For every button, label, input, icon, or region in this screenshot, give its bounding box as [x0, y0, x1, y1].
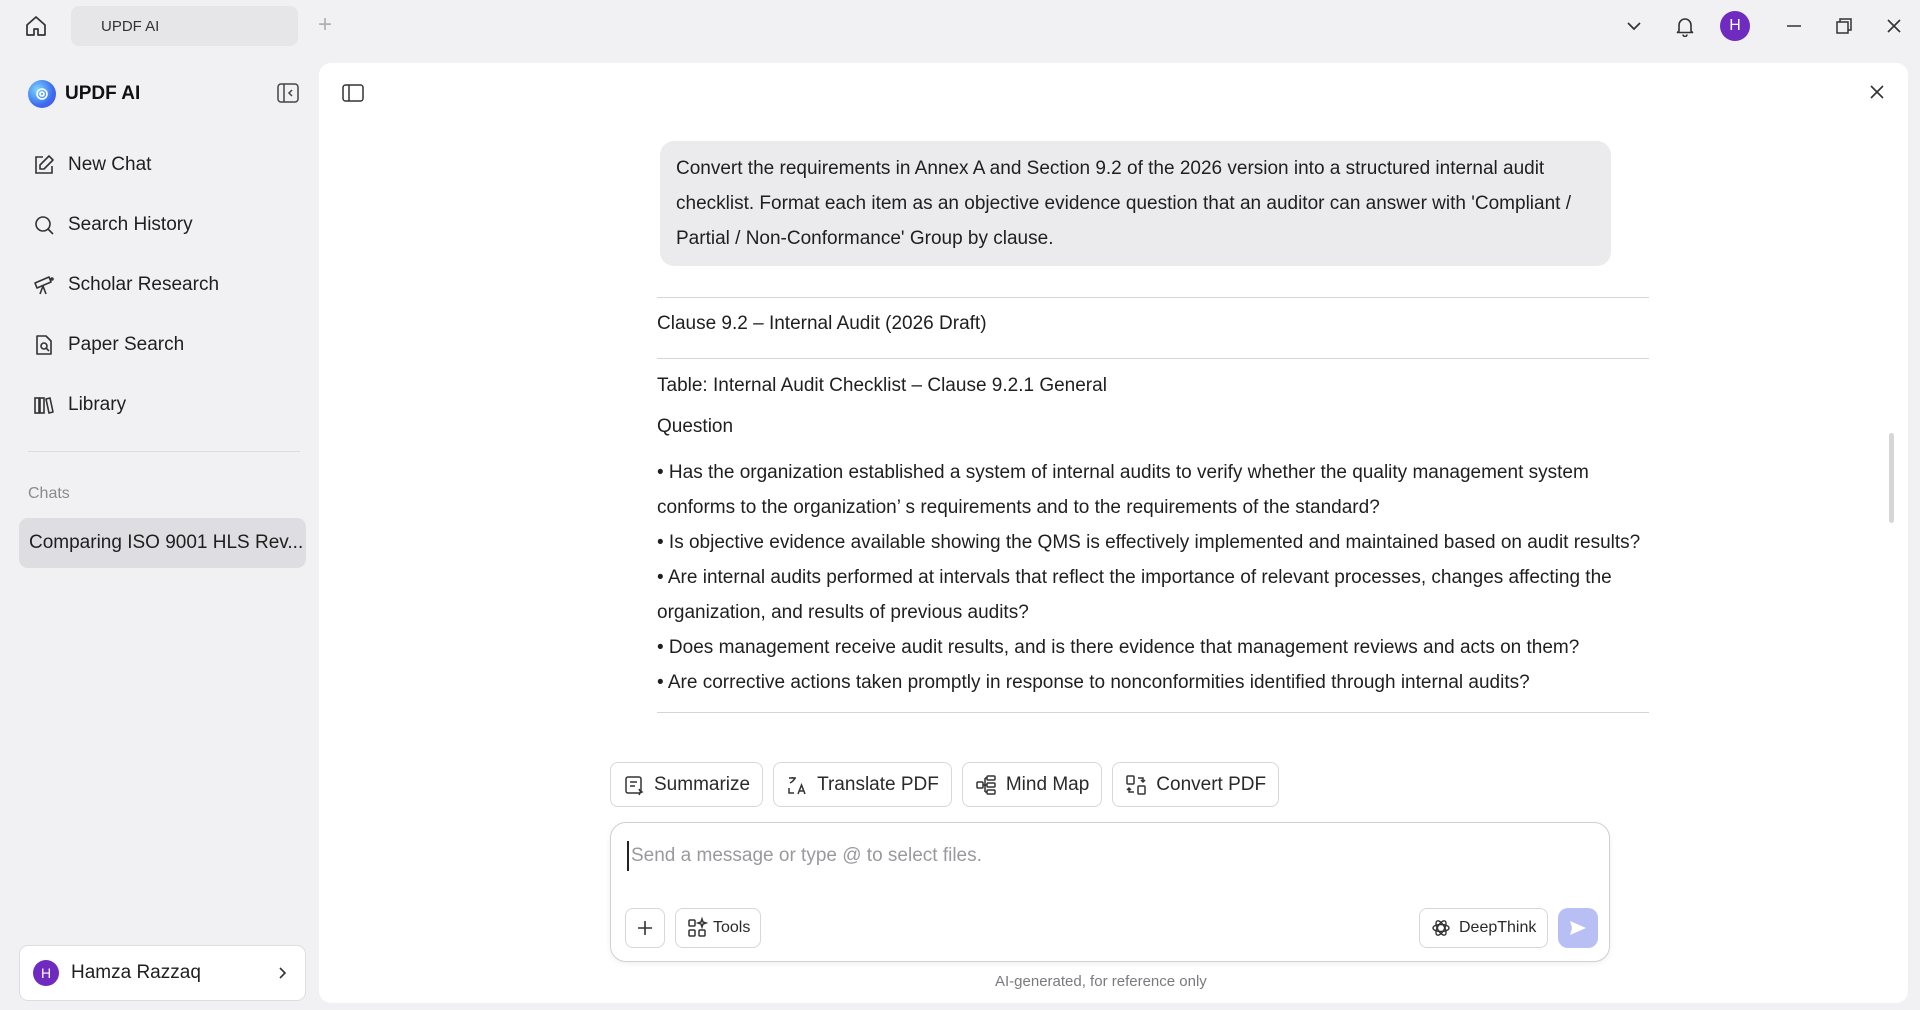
sidebar-item-label: New Chat [68, 154, 152, 175]
bell-icon[interactable] [1669, 10, 1701, 42]
chevron-right-icon [279, 967, 287, 979]
send-icon [1570, 921, 1586, 935]
plus-icon [638, 921, 652, 935]
sidebar-nav: New Chat Search History Scholar Research… [18, 135, 306, 435]
restore-icon[interactable] [1828, 10, 1860, 42]
assistant-response: Clause 9.2 – Internal Audit (2026 Draft)… [657, 297, 1649, 713]
sidebar-item-library[interactable]: Library [18, 375, 306, 435]
sidebar-divider [28, 451, 300, 452]
deepthink-label: DeepThink [1459, 919, 1537, 936]
minimize-icon[interactable] [1778, 10, 1810, 42]
brand-name: UPDF AI [65, 83, 141, 104]
send-button[interactable] [1558, 908, 1598, 948]
scrollbar-thumb[interactable] [1889, 433, 1894, 523]
add-tab-button[interactable]: + [313, 13, 337, 38]
mind-map-button[interactable]: Mind Map [961, 762, 1103, 807]
list-item: • Does management receive audit results,… [657, 637, 1580, 658]
title-bar: UPDF AI + H [0, 0, 1920, 52]
sidebar-item-scholar-research[interactable]: Scholar Research [18, 255, 306, 315]
quick-actions: Summarize Translate PDF Mind Map Convert… [610, 762, 1280, 807]
user-name: Hamza Razzaq [71, 962, 201, 983]
search-icon [35, 216, 54, 235]
action-label: Summarize [654, 773, 751, 795]
column-header-question: Question [657, 416, 734, 437]
collapse-sidebar-icon[interactable] [276, 82, 300, 104]
tab-updf-ai[interactable]: UPDF AI [71, 6, 298, 46]
sidebar-item-label: Library [68, 394, 127, 415]
chat-title: Comparing ISO 9001 HLS Rev... [29, 532, 304, 553]
sidebar: UPDF AI New Chat Search History Scholar … [0, 52, 318, 1010]
sidebar-item-label: Scholar Research [68, 274, 220, 295]
add-attachment-button[interactable] [625, 908, 665, 948]
action-label: Mind Map [1005, 773, 1090, 795]
divider [657, 712, 1649, 713]
list-item: • Has the organization established a sys… [657, 462, 1589, 518]
sidebar-item-new-chat[interactable]: New Chat [18, 135, 306, 195]
list-item: • Are corrective actions taken promptly … [657, 672, 1530, 693]
action-label: Convert PDF [1156, 773, 1267, 795]
tab-label: UPDF AI [101, 17, 160, 35]
user-avatar[interactable]: H [1719, 10, 1751, 42]
chat-history-item[interactable]: Comparing ISO 9001 HLS Rev... [19, 518, 306, 568]
tools-label: Tools [713, 919, 751, 936]
tools-button[interactable]: Tools [675, 908, 762, 948]
avatar-initial: H [1720, 11, 1750, 41]
summarize-icon [625, 775, 644, 795]
tools-icon [688, 917, 708, 937]
action-label: Translate PDF [817, 773, 939, 795]
table-heading: Table: Internal Audit Checklist – Clause… [657, 375, 1107, 396]
deepthink-icon [1432, 920, 1450, 936]
chats-section-label: Chats [28, 485, 70, 502]
sidebar-item-label: Paper Search [68, 334, 185, 355]
message-composer: Tools DeepThink [610, 822, 1610, 962]
mind-map-icon [976, 774, 996, 795]
close-icon[interactable] [1868, 83, 1886, 101]
clause-heading: Clause 9.2 – Internal Audit (2026 Draft) [657, 313, 987, 334]
summarize-button[interactable]: Summarize [610, 762, 764, 807]
ai-disclaimer: AI-generated, for reference only [995, 973, 1207, 990]
translate-pdf-button[interactable]: Translate PDF [773, 762, 952, 807]
convert-icon [1126, 774, 1147, 795]
message-input[interactable] [627, 841, 1587, 871]
translate-icon [788, 776, 806, 794]
avatar: H [33, 960, 59, 986]
deepthink-toggle[interactable]: DeepThink [1419, 908, 1549, 948]
question-list: • Has the organization established a sys… [657, 455, 1649, 712]
close-window-icon[interactable] [1878, 10, 1910, 42]
user-profile-button[interactable]: H Hamza Razzaq [19, 945, 306, 1001]
home-icon[interactable] [20, 12, 52, 40]
updf-logo-icon [28, 80, 56, 108]
sidebar-item-search-history[interactable]: Search History [18, 195, 306, 255]
brand: UPDF AI [28, 80, 140, 108]
document-search-icon [36, 335, 52, 355]
edit-icon [35, 155, 54, 174]
convert-pdf-button[interactable]: Convert PDF [1112, 762, 1280, 807]
telescope-icon [34, 276, 54, 295]
library-icon [34, 397, 54, 414]
chevron-down-icon[interactable] [1618, 10, 1650, 42]
chat-panel: Convert the requirements in Annex A and … [319, 63, 1908, 1003]
sidebar-item-paper-search[interactable]: Paper Search [18, 315, 306, 375]
list-item: • Are internal audits performed at inter… [657, 567, 1612, 623]
user-message-bubble: Convert the requirements in Annex A and … [660, 141, 1611, 266]
toggle-panel-icon[interactable] [341, 83, 365, 103]
sidebar-item-label: Search History [68, 214, 193, 235]
list-item: • Is objective evidence available showin… [657, 532, 1641, 553]
